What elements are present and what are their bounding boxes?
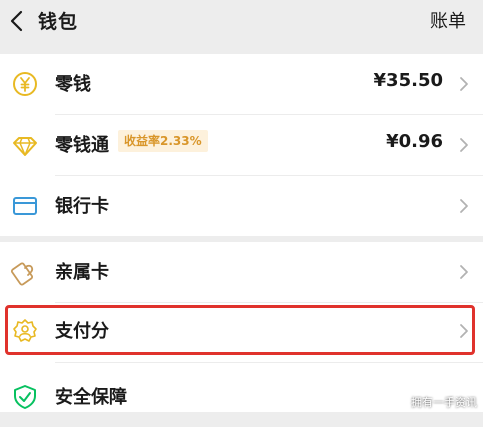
page-title: 钱包 [38, 11, 79, 33]
chevron-right-icon [460, 77, 468, 91]
chevron-right-icon [460, 265, 468, 279]
bank-card-label: 银行卡 [55, 196, 109, 217]
divider [55, 362, 483, 363]
header: 钱包 账单 [0, 0, 483, 46]
watermark: 拥有一手资讯 [411, 396, 477, 409]
change-balance: ¥35.50 [373, 70, 443, 91]
yield-rate-badge: 收益率2.33% [118, 130, 208, 152]
lingqiantong-balance: ¥0.96 [386, 131, 443, 152]
change-label: 零钱 [55, 74, 91, 95]
wallet-group-balance: 零钱 ¥35.50 零钱通 ¥0.96 银行卡 [0, 54, 483, 236]
pay-score-icon [13, 319, 37, 342]
family-card-label: 亲属卡 [55, 262, 109, 283]
bill-button[interactable]: 账单 [430, 7, 466, 33]
wallet-group-services: 亲属卡 支付分 安全保障 [0, 242, 483, 412]
bank-card-row[interactable]: 银行卡 [0, 176, 483, 236]
family-card-icon [11, 262, 34, 286]
bank-card-icon [13, 197, 37, 215]
pay-score-label: 支付分 [55, 321, 109, 342]
chevron-right-icon [460, 199, 468, 213]
back-button[interactable] [6, 8, 30, 34]
lingqiantong-label: 零钱通 [55, 135, 109, 156]
lingqiantong-row[interactable]: 零钱通 ¥0.96 [0, 115, 483, 175]
chevron-left-icon [10, 10, 23, 32]
chevron-right-icon [460, 138, 468, 152]
shield-check-icon [14, 385, 36, 409]
change-row[interactable]: 零钱 ¥35.50 [0, 54, 483, 114]
diamond-icon [13, 137, 37, 156]
security-label: 安全保障 [55, 387, 127, 408]
pay-score-row[interactable]: 支付分 [0, 301, 483, 361]
yuan-coin-icon [13, 72, 37, 96]
chevron-right-icon [460, 324, 468, 338]
family-card-row[interactable]: 亲属卡 [0, 242, 483, 302]
